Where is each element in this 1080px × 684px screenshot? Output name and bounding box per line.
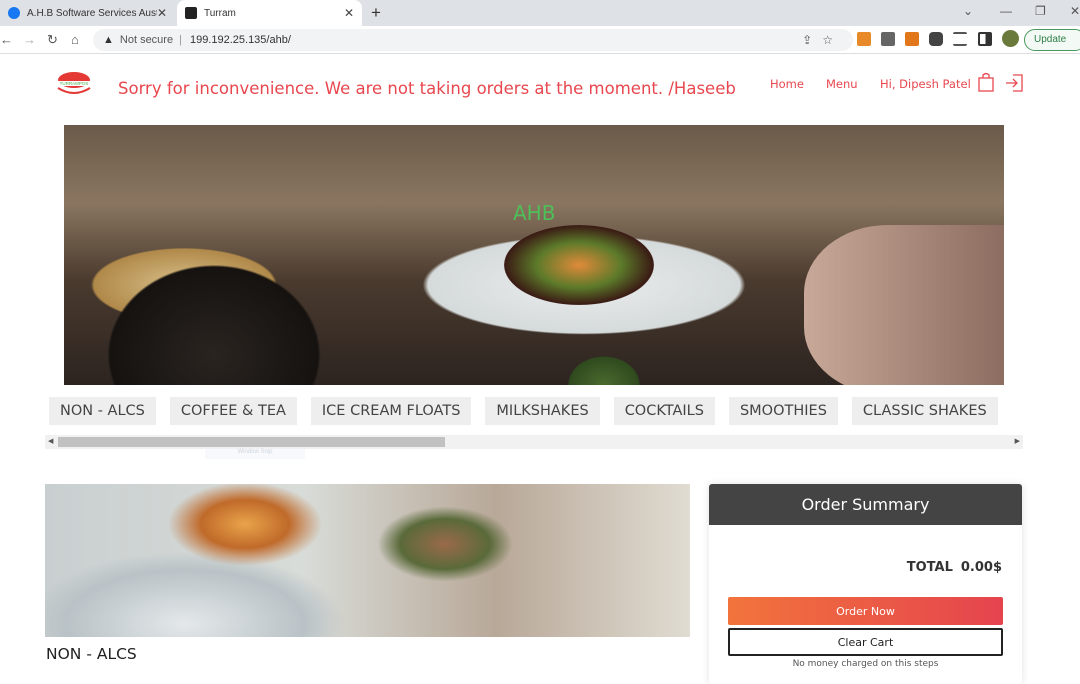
order-total: TOTAL 0.00$ <box>907 560 1002 575</box>
tooltip: Window Snip <box>205 449 305 459</box>
closed-notice: Sorry for inconvenience. We are not taki… <box>118 79 736 98</box>
lightbulb-icon[interactable] <box>881 32 895 46</box>
logout-icon[interactable] <box>1005 74 1023 92</box>
clear-cart-button[interactable]: Clear Cart <box>728 628 1003 656</box>
category-scrollbar[interactable]: ◀ ▶ <box>45 435 1023 449</box>
browser-tab[interactable]: A.H.B Software Services Australia ✕ <box>0 0 175 26</box>
minimize-icon[interactable]: — <box>1000 4 1012 18</box>
hero-image-dish <box>504 225 654 305</box>
forward-icon[interactable]: → <box>23 32 36 47</box>
tab-title: Turram <box>204 7 236 19</box>
order-summary-title: Order Summary <box>709 484 1022 525</box>
shopping-bag-icon[interactable] <box>978 72 994 92</box>
puzzle-icon[interactable] <box>929 32 943 46</box>
total-label: TOTAL <box>906 560 953 575</box>
scrollbar-thumb[interactable] <box>58 437 445 447</box>
home-icon[interactable]: ⌂ <box>71 32 79 47</box>
share-icon[interactable]: ⇪ <box>802 33 822 47</box>
nav-home[interactable]: Home <box>770 77 804 91</box>
tab-search-icon[interactable]: ⌄ <box>963 4 973 18</box>
bookmark-star-icon[interactable]: ☆ <box>822 33 843 47</box>
category-tab[interactable]: SMOOTHIES <box>728 397 838 425</box>
reload-icon[interactable]: ↻ <box>47 32 58 48</box>
category-tab[interactable]: MILKSHAKES <box>485 397 600 425</box>
nav-menu[interactable]: Menu <box>826 77 858 91</box>
close-tab-icon[interactable]: ✕ <box>157 6 167 20</box>
order-now-button[interactable]: Order Now <box>728 597 1003 625</box>
divider: | <box>179 34 182 46</box>
url-input[interactable]: ▲ Not secure | 199.192.25.135/ahb/ ⇪☆ <box>93 29 853 51</box>
security-label[interactable]: Not secure <box>120 34 173 46</box>
sidepanel-icon[interactable] <box>978 32 992 46</box>
scroll-right-icon[interactable]: ▶ <box>1015 437 1020 445</box>
category-tab[interactable]: CLASSIC SHAKES <box>851 397 998 425</box>
scroll-left-icon[interactable]: ◀ <box>48 437 53 445</box>
tab-title: A.H.B Software Services Australia <box>27 7 157 19</box>
new-tab-icon[interactable]: + <box>371 3 381 23</box>
address-bar-row: ← → ↻ ⌂ ▲ Not secure | 199.192.25.135/ah… <box>0 26 1080 54</box>
back-icon[interactable]: ← <box>0 32 13 47</box>
payment-note: No money charged on this steps <box>792 659 939 669</box>
url-text: 199.192.25.135/ahb/ <box>189 34 291 46</box>
category-tab[interactable]: COCKTAILS <box>613 397 715 425</box>
close-window-icon[interactable]: ✕ <box>1070 4 1080 18</box>
browser-tab-active[interactable]: Turram ✕ <box>177 0 362 26</box>
section-title: NON - ALCS <box>46 645 137 663</box>
metamask-icon[interactable] <box>905 32 919 46</box>
category-banner-image <box>45 484 690 637</box>
turrampos-logo[interactable]: TURRAMPOS <box>55 70 93 97</box>
svg-text:TURRAMPOS: TURRAMPOS <box>60 81 89 86</box>
browser-tab-bar: A.H.B Software Services Australia ✕ Turr… <box>0 0 1080 26</box>
order-summary-panel: Order Summary TOTAL 0.00$ Order Now Clear… <box>709 484 1022 684</box>
restore-icon[interactable]: ❐ <box>1035 4 1046 18</box>
nav-user[interactable]: Hi, Dipesh Patel <box>880 77 971 91</box>
close-tab-icon[interactable]: ✕ <box>344 6 354 20</box>
update-button[interactable]: Update <box>1024 29 1080 51</box>
profile-avatar[interactable] <box>1002 30 1019 47</box>
category-tabs: NON - ALCS COFFEE & TEA ICE CREAM FLOATS… <box>45 397 1023 427</box>
warning-icon: ▲ <box>103 34 114 46</box>
reading-list-icon[interactable] <box>953 32 967 46</box>
hero-brand: AHB <box>513 201 556 225</box>
hero-image-hand <box>804 225 1004 385</box>
category-tab[interactable]: ICE CREAM FLOATS <box>310 397 472 425</box>
superfluid-icon[interactable] <box>857 32 871 46</box>
total-value: 0.00$ <box>960 560 1002 575</box>
category-tab[interactable]: NON - ALCS <box>49 397 156 425</box>
category-tab[interactable]: COFFEE & TEA <box>169 397 297 425</box>
facebook-icon <box>8 7 20 19</box>
hero-banner: AHB <box>64 125 1004 385</box>
angular-icon <box>185 7 197 19</box>
